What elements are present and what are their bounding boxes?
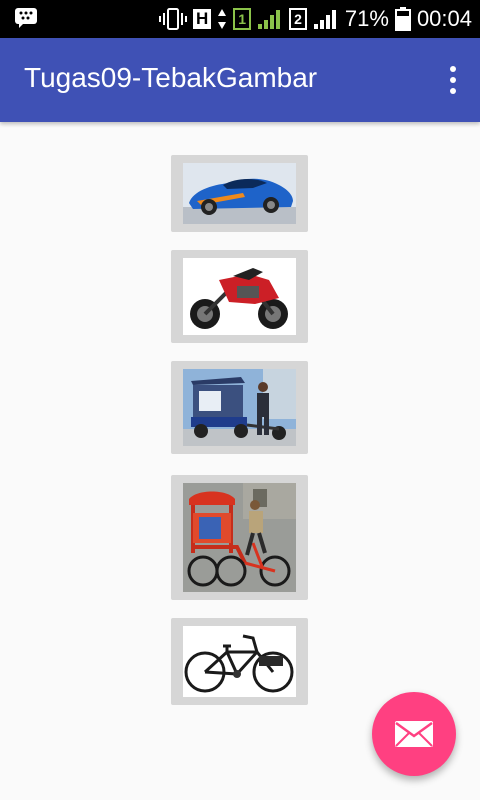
overflow-dot-icon — [450, 66, 456, 72]
data-arrows-icon — [218, 9, 227, 29]
email-icon — [395, 721, 433, 747]
car-image — [183, 163, 296, 224]
network-type-badge: H — [193, 9, 212, 29]
app-bar: Tugas09-TebakGambar — [0, 38, 480, 122]
sim1-badge: 1 — [233, 8, 252, 30]
image-button-motor-rickshaw[interactable] — [171, 361, 308, 454]
bbm-notification-icon — [15, 8, 37, 28]
status-bar: H 1 2 71% 00:04 — [0, 0, 480, 38]
battery-percent: 71% — [344, 6, 389, 31]
email-fab-button[interactable] — [372, 692, 456, 776]
signal-sim2-icon — [313, 10, 336, 29]
overflow-menu-button[interactable] — [446, 66, 460, 94]
overflow-dot-icon — [450, 77, 456, 83]
signal-sim1-icon — [258, 10, 281, 29]
bicycle-image — [183, 626, 296, 697]
image-button-motorcycle[interactable] — [171, 250, 308, 343]
overflow-dot-icon — [450, 88, 456, 94]
image-button-car[interactable] — [171, 155, 308, 232]
sim2-badge: 2 — [289, 8, 307, 30]
vibrate-icon — [159, 8, 188, 30]
image-button-cycle-rickshaw[interactable] — [171, 475, 308, 600]
battery-icon — [394, 7, 411, 31]
motorcycle-image — [183, 258, 296, 335]
image-button-bicycle[interactable] — [171, 618, 308, 705]
cycle-rickshaw-image — [183, 483, 296, 592]
clock: 00:04 — [416, 6, 472, 31]
motor-rickshaw-image — [183, 369, 296, 446]
app-title: Tugas09-TebakGambar — [24, 62, 318, 93]
